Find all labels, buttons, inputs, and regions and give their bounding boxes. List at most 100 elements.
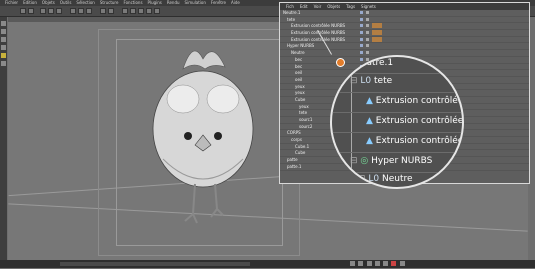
- cube-primitive-icon[interactable]: [122, 8, 128, 14]
- x-axis-icon[interactable]: [70, 8, 76, 14]
- object-label: CORPS: [287, 130, 301, 136]
- object-row[interactable]: Extrusion contrôlée NURBS: [280, 36, 529, 44]
- object-row[interactable]: tete: [280, 17, 529, 24]
- collapse-icon[interactable]: ⊟: [350, 156, 360, 166]
- visibility-editor-icon[interactable]: [360, 11, 363, 14]
- y-axis-icon[interactable]: [78, 8, 84, 14]
- render-icon[interactable]: [100, 8, 106, 14]
- null-object-icon: L0: [368, 174, 383, 184]
- redo-icon[interactable]: [28, 8, 34, 14]
- om-menu-item[interactable]: Voir: [314, 4, 322, 9]
- app-menu-item[interactable]: Sélection: [76, 0, 94, 5]
- app-menu-item[interactable]: Plugins: [148, 0, 162, 5]
- sweep-nurbs-icon: ▲: [366, 136, 376, 146]
- mag-row-neutre[interactable]: ⊟ L0 Neutre: [358, 169, 462, 187]
- deformer-icon[interactable]: [138, 8, 144, 14]
- object-label: corps: [291, 137, 302, 143]
- snap-icon[interactable]: [1, 61, 6, 66]
- app-menu-item[interactable]: Fichier: [5, 0, 18, 5]
- visibility-editor-icon[interactable]: [360, 17, 363, 21]
- points-mode-icon[interactable]: [1, 37, 6, 42]
- material-tag-icon[interactable]: [372, 23, 382, 29]
- sweep-nurbs-icon: ▲: [366, 116, 376, 126]
- material-tag-icon[interactable]: [372, 36, 382, 42]
- app-menu-item[interactable]: Simulation: [185, 0, 206, 5]
- timeline-slider[interactable]: [60, 262, 250, 266]
- selected-object-marker-icon: [336, 58, 345, 67]
- first-frame-icon[interactable]: [350, 261, 355, 266]
- object-label: Cube: [295, 96, 306, 102]
- object-label: patte: [287, 157, 298, 163]
- app-menu-item[interactable]: Aide: [231, 0, 240, 5]
- prev-frame-icon[interactable]: [358, 261, 364, 266]
- mag-label: Neutre.1: [354, 58, 394, 68]
- nurbs-icon[interactable]: [130, 8, 136, 14]
- next-frame-icon[interactable]: [374, 261, 380, 266]
- app-menu-item[interactable]: Fenêtre: [211, 0, 226, 5]
- collapse-icon[interactable]: ⊟: [350, 76, 360, 86]
- keyframe-icon[interactable]: [399, 261, 405, 266]
- move-tool-icon[interactable]: [40, 8, 46, 14]
- polygons-mode-icon[interactable]: [1, 53, 6, 58]
- object-label: Neutre: [291, 50, 305, 56]
- app-menu-item[interactable]: Outils: [60, 0, 72, 5]
- hyper-nurbs-icon: ◎: [360, 156, 372, 166]
- enable-check-icon[interactable]: [366, 11, 369, 14]
- mag-row-extrusion-3[interactable]: ▲ Extrusion contrôlée: [366, 131, 464, 151]
- camera-icon[interactable]: [146, 8, 152, 14]
- mag-row-extrusion-1[interactable]: ▲ Extrusion contrôlée: [366, 91, 462, 111]
- object-label: Neutre.1: [283, 10, 301, 15]
- mag-label: Extrusion contrôlée: [375, 136, 464, 146]
- enable-check-icon[interactable]: [366, 24, 369, 28]
- enable-check-icon[interactable]: [366, 17, 369, 21]
- timeline-bar[interactable]: [0, 260, 535, 268]
- render-settings-icon[interactable]: [108, 8, 114, 14]
- texture-mode-icon[interactable]: [1, 29, 6, 34]
- object-label: oeil: [295, 70, 303, 76]
- app-menu-item[interactable]: Edition: [23, 0, 37, 5]
- left-tool-palette: [0, 17, 7, 260]
- enable-check-icon[interactable]: [366, 31, 369, 35]
- enable-check-icon[interactable]: [366, 51, 369, 55]
- object-label: Extrusion contrôlée NURBS: [291, 36, 346, 42]
- app-menu-item[interactable]: Structure: [100, 0, 119, 5]
- enable-check-icon[interactable]: [366, 44, 369, 48]
- play-icon[interactable]: [366, 261, 372, 266]
- app-menu-item[interactable]: Fonctions: [123, 0, 142, 5]
- undo-icon[interactable]: [20, 8, 26, 14]
- om-menu-item[interactable]: Objets: [327, 4, 340, 9]
- visibility-editor-icon[interactable]: [360, 31, 363, 35]
- object-label: Cube.1: [295, 143, 310, 149]
- object-label: yeux: [295, 83, 305, 89]
- z-axis-icon[interactable]: [86, 8, 92, 14]
- record-icon[interactable]: [391, 261, 397, 266]
- visibility-editor-icon[interactable]: [360, 51, 363, 55]
- app-menu-item[interactable]: Objets: [42, 0, 55, 5]
- scale-tool-icon[interactable]: [48, 8, 54, 14]
- visibility-editor-icon[interactable]: [360, 44, 363, 48]
- material-tag-icon[interactable]: [372, 30, 382, 36]
- null-object-icon: L0: [360, 76, 375, 86]
- object-row[interactable]: Neutre.1: [280, 10, 529, 17]
- mag-row-hyper-nurbs[interactable]: ⊟ ◎ Hyper NURBS: [350, 151, 462, 171]
- om-menu-item[interactable]: Tags: [346, 4, 355, 9]
- last-frame-icon[interactable]: [383, 261, 389, 266]
- visibility-editor-icon[interactable]: [360, 37, 363, 41]
- om-menu-item[interactable]: Fich: [286, 4, 294, 9]
- object-label: yeux: [299, 103, 309, 109]
- om-menu-item[interactable]: Edit: [300, 4, 308, 9]
- model-mode-icon[interactable]: [1, 21, 6, 26]
- app-menu-item[interactable]: Rendu: [167, 0, 180, 5]
- visibility-editor-icon[interactable]: [360, 24, 363, 28]
- object-row[interactable]: Hyper NURBS: [280, 43, 529, 51]
- om-menu-item[interactable]: Signets: [361, 4, 376, 9]
- mag-row-tete[interactable]: ⊟ L0 tete: [350, 71, 462, 91]
- mag-row-extrusion-2[interactable]: ▲ Extrusion contrôlée: [366, 111, 462, 131]
- edges-mode-icon[interactable]: [1, 45, 6, 50]
- light-icon[interactable]: [154, 8, 160, 14]
- collapse-icon[interactable]: ⊟: [358, 174, 368, 184]
- playback-controls: [350, 261, 520, 267]
- rotate-tool-icon[interactable]: [56, 8, 62, 14]
- enable-check-icon[interactable]: [366, 37, 369, 41]
- chick-character-model[interactable]: [143, 39, 263, 239]
